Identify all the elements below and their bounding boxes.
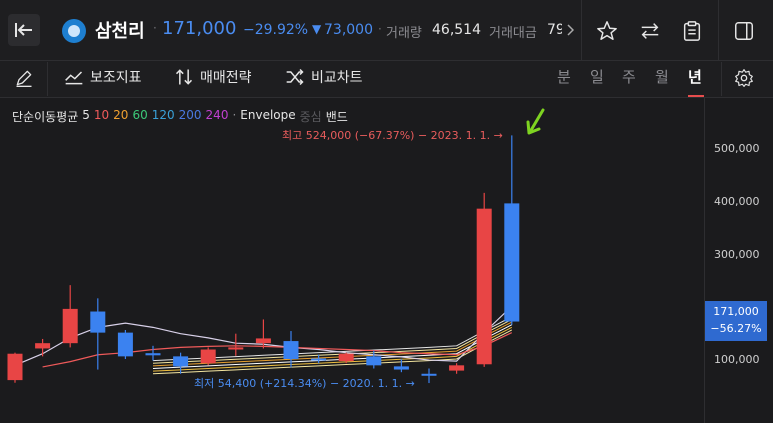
candle-3 (90, 298, 106, 370)
active-period-indicator (688, 95, 704, 97)
compare-chart-label: 비교차트 (311, 70, 363, 86)
candle-15 (421, 368, 437, 384)
candle-body (283, 341, 299, 359)
trade-value-label: 거래대금 (489, 26, 537, 41)
candle-body (7, 353, 23, 381)
buy-sell-arrows-icon (175, 69, 193, 85)
change-percent: −29.92% (243, 22, 309, 38)
y-tick-400000: 400,000 (714, 195, 760, 208)
candle-2 (62, 285, 78, 348)
candle-body (255, 338, 271, 344)
candle-body (504, 203, 520, 322)
candle-body (35, 343, 51, 349)
candle-body (449, 365, 465, 371)
current-price-tag: 171,000 −56.27% (705, 301, 767, 341)
compare-chart-button[interactable]: 비교차트 (285, 64, 363, 90)
candle-8 (228, 333, 244, 356)
candle-body (421, 373, 437, 376)
candle-7 (200, 347, 216, 366)
candle-5 (145, 345, 161, 361)
candle-18 (504, 135, 520, 325)
candle-body (476, 208, 492, 365)
indicator-button[interactable]: 보조지표 (64, 64, 142, 90)
candle-14 (393, 359, 409, 373)
candle-17 (476, 192, 492, 367)
candle-body (117, 332, 133, 357)
chart-settings-button[interactable] (730, 64, 758, 92)
envelope-bands (152, 316, 513, 375)
indicator-chart-icon (65, 71, 83, 85)
scroll-right-button[interactable] (562, 18, 578, 42)
period-day[interactable]: 일 (590, 66, 604, 87)
drawing-tool-button[interactable] (10, 64, 38, 92)
shuffle-icon (286, 68, 304, 86)
arrow-left-bar-icon (15, 23, 32, 37)
volume-label: 거래량 (386, 26, 422, 41)
top-bar: 삼천리 · 171,000 −29.92% ▼ 73,000 · 거래량 46,… (0, 0, 773, 61)
candle-body (173, 356, 189, 367)
switch-button[interactable] (635, 16, 665, 46)
pencil-icon (16, 70, 32, 87)
memo-button[interactable] (677, 16, 707, 46)
swap-arrows-icon (641, 23, 659, 39)
collapse-panel-button[interactable] (8, 14, 40, 46)
chevron-right-icon (567, 24, 574, 36)
candle-1 (35, 338, 51, 357)
candle-body (90, 311, 106, 333)
change-amount: 73,000 (324, 22, 373, 38)
clipboard-icon (683, 21, 701, 41)
trade-strategy-button[interactable]: 매매전략 (174, 64, 252, 90)
low-annotation: 최저 54,400 (+214.34%) − 2020. 1. 1. → (194, 377, 415, 390)
candle-body (366, 356, 382, 366)
candle-body (311, 358, 327, 361)
star-icon (597, 21, 617, 40)
high-annotation: 최고 524,000 (−67.37%) − 2023. 1. 1. → (282, 129, 503, 142)
candle-body (200, 349, 216, 364)
candle-16 (449, 363, 465, 374)
indicator-label: 보조지표 (90, 70, 142, 86)
gear-icon (735, 69, 753, 87)
candle-6 (173, 352, 189, 374)
y-tick-300000: 300,000 (714, 248, 760, 261)
candle-body (62, 308, 78, 344)
price-tag-percent: −56.27% (710, 322, 762, 335)
candle-body (228, 347, 244, 350)
stock-name[interactable]: 삼천리 (95, 17, 145, 43)
candle-4 (117, 329, 133, 359)
candle-body (145, 353, 161, 356)
price-tag-value: 171,000 (713, 305, 759, 318)
favorite-button[interactable] (592, 16, 622, 46)
volume-value: 46,514 (432, 22, 481, 38)
period-week[interactable]: 주 (622, 66, 636, 87)
period-month[interactable]: 월 (655, 66, 669, 87)
period-year[interactable]: 년 (688, 66, 702, 87)
candle-0 (7, 352, 23, 383)
period-minute[interactable]: 분 (557, 66, 571, 87)
y-tick-100000: 100,000 (714, 353, 760, 366)
candle-body (338, 353, 354, 362)
highlight-arrow-icon (526, 108, 545, 135)
current-price: 171,000 (162, 18, 237, 39)
y-axis-divider (704, 98, 705, 423)
candle-body (393, 366, 409, 370)
candles (7, 135, 520, 384)
y-tick-500000: 500,000 (714, 142, 760, 155)
side-panel-button[interactable] (729, 16, 759, 46)
panel-layout-icon (735, 22, 753, 40)
trade-strategy-label: 매매전략 (200, 70, 252, 86)
down-arrow-icon: ▼ (312, 22, 322, 36)
stock-logo-icon (62, 19, 86, 43)
